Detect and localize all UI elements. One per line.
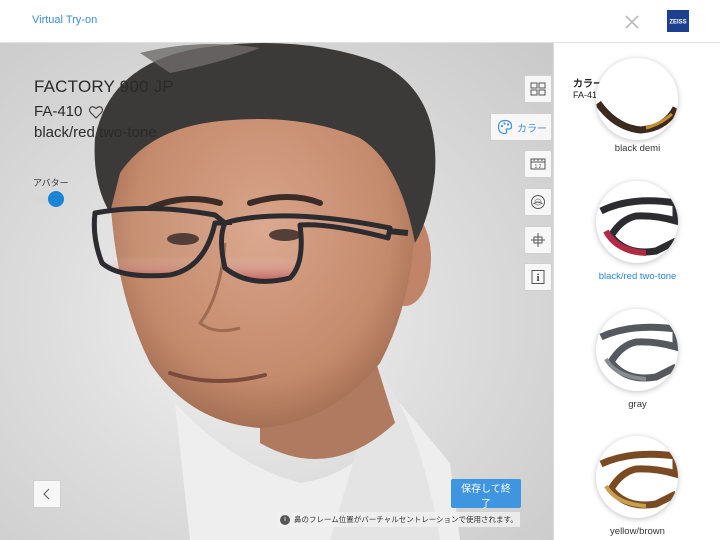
info-button[interactable]: i xyxy=(524,263,552,291)
swatch-thumbnail xyxy=(596,58,678,140)
back-button[interactable] xyxy=(33,480,61,508)
lens-button[interactable] xyxy=(524,188,552,216)
swatch-label: gray xyxy=(628,399,647,410)
brand-name: FACTORY 900 JP xyxy=(34,77,174,96)
palette-icon xyxy=(497,119,513,135)
frame-thumbnail xyxy=(599,197,678,256)
info-icon: i xyxy=(531,270,545,284)
zeiss-logo: ZEISS xyxy=(667,10,689,32)
color-options-panel: カラーオプション FA-410 black demi black/red two… xyxy=(553,43,720,540)
swatch-thumbnail xyxy=(596,181,678,263)
lens-icon xyxy=(531,195,545,209)
swatch-thumbnail xyxy=(596,309,678,391)
heart-icon[interactable] xyxy=(88,104,104,120)
model-row: FA-410 xyxy=(34,103,104,120)
color-name: black/red two-tone xyxy=(34,124,157,141)
compare-icon xyxy=(530,82,546,96)
close-icon[interactable] xyxy=(621,11,643,33)
svg-text:i: i xyxy=(537,273,540,284)
toggle-knob xyxy=(48,191,64,207)
ruler-icon: 1 2 xyxy=(530,158,546,170)
notice-text: 鼻のフレーム位置がバーチャルセントレーションで使用されます。 xyxy=(294,515,518,524)
chevron-left-icon xyxy=(43,488,50,500)
swatch-label: yellow/brown xyxy=(610,526,665,537)
frame-thumbnail xyxy=(599,450,678,509)
avatar-toggle[interactable] xyxy=(33,191,65,207)
fit-icon xyxy=(531,233,545,247)
color-button-label: カラー xyxy=(517,123,547,135)
info-circle-icon: i xyxy=(280,514,290,525)
svg-text:ZEISS: ZEISS xyxy=(669,20,686,26)
top-bar: Virtual Try-on ZEISS xyxy=(0,0,720,43)
color-option-yellow-brown[interactable]: yellow/brown xyxy=(554,436,720,540)
frame-thumbnail xyxy=(596,100,678,134)
svg-text:1 2: 1 2 xyxy=(535,164,542,170)
swatch-thumbnail xyxy=(596,436,678,518)
color-option-black-demi[interactable]: black demi xyxy=(554,58,720,158)
centration-notice: i 鼻のフレーム位置がバーチャルセントレーションで使用されます。 xyxy=(277,512,520,527)
color-button[interactable]: カラー xyxy=(490,113,552,141)
model-name: FA-410 xyxy=(34,103,83,120)
frame-thumbnail xyxy=(599,323,678,382)
swatch-label: black demi xyxy=(614,143,661,154)
app-title: Virtual Try-on xyxy=(32,14,98,26)
fit-button[interactable] xyxy=(524,226,552,254)
compare-button[interactable] xyxy=(524,75,552,103)
avatar-label: アバター xyxy=(33,178,69,188)
color-option-black-red[interactable]: black/red two-tone xyxy=(554,181,720,286)
save-and-exit-button[interactable]: 保存して終了 xyxy=(451,479,521,510)
swatch-label: black/red two-tone xyxy=(598,271,677,282)
measure-button[interactable]: 1 2 xyxy=(524,150,552,178)
color-option-gray[interactable]: gray xyxy=(554,309,720,414)
try-on-viewer[interactable]: FACTORY 900 JP FA-410 black/red two-tone… xyxy=(0,43,553,540)
